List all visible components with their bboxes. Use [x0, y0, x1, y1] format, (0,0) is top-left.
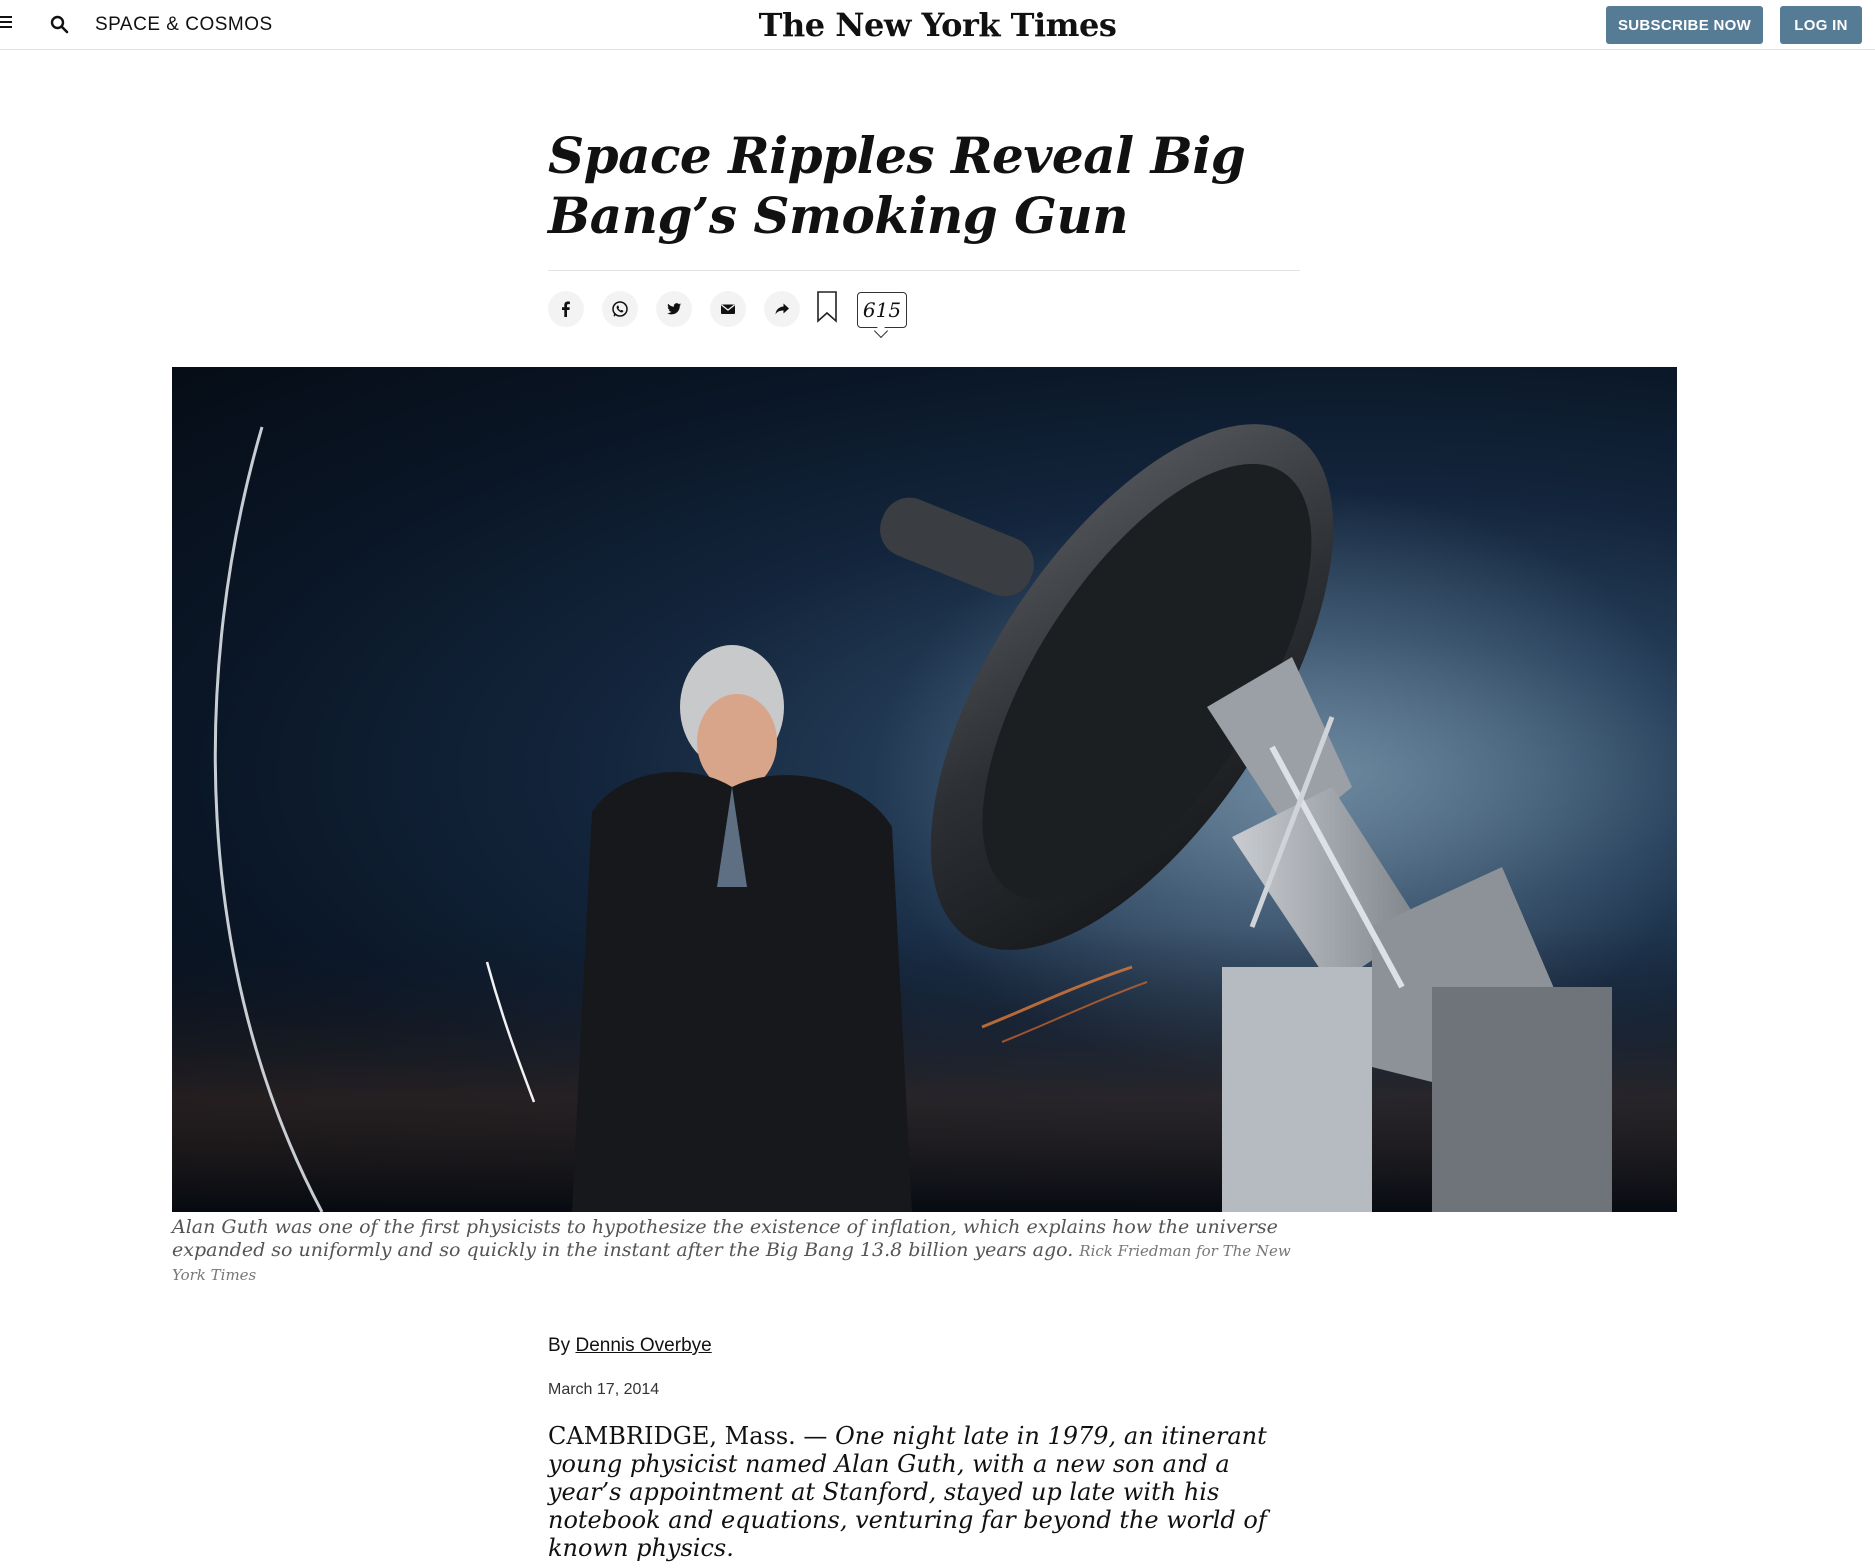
email-icon — [721, 304, 735, 314]
headline-divider — [548, 270, 1300, 271]
email-share-button[interactable] — [710, 291, 746, 327]
article-headline: Space Ripples Reveal Big Bang’s Smoking … — [548, 126, 1246, 245]
login-button[interactable]: LOG IN — [1780, 6, 1862, 44]
more-share-button[interactable] — [764, 291, 800, 327]
comment-count: 615 — [862, 298, 902, 322]
whatsapp-share-button[interactable] — [602, 291, 638, 327]
twitter-share-button[interactable] — [656, 291, 692, 327]
masthead-logo: The New York Times — [0, 6, 1875, 44]
share-icon — [775, 303, 789, 315]
byline: By Dennis Overbye — [548, 1335, 712, 1357]
bookmark-icon — [817, 291, 837, 323]
photo-caption: Alan Guth was one of the first physicist… — [172, 1216, 1292, 1287]
hero-photo[interactable] — [172, 367, 1677, 1212]
publish-date: March 17, 2014 — [548, 1381, 660, 1398]
masthead-link[interactable]: The New York Times — [759, 6, 1117, 44]
subscribe-button[interactable]: SUBSCRIBE NOW — [1606, 6, 1763, 44]
facebook-icon — [562, 301, 570, 317]
byline-prefix: By — [548, 1335, 571, 1356]
bookmark-button[interactable] — [816, 291, 838, 323]
facebook-share-button[interactable] — [548, 291, 584, 327]
top-bar: SPACE & COSMOS The New York Times SUBSCR… — [0, 0, 1875, 50]
whatsapp-icon — [612, 301, 628, 317]
article-lede: CAMBRIDGE, Mass. — One night late in 197… — [548, 1422, 1276, 1562]
twitter-icon — [667, 303, 682, 315]
telescope-photo-illustration — [172, 424, 1677, 1212]
lede-dateline: CAMBRIDGE, Mass. — — [548, 1422, 828, 1450]
comments-button[interactable]: 615 — [857, 292, 907, 328]
author-link[interactable]: Dennis Overbye — [575, 1335, 711, 1356]
